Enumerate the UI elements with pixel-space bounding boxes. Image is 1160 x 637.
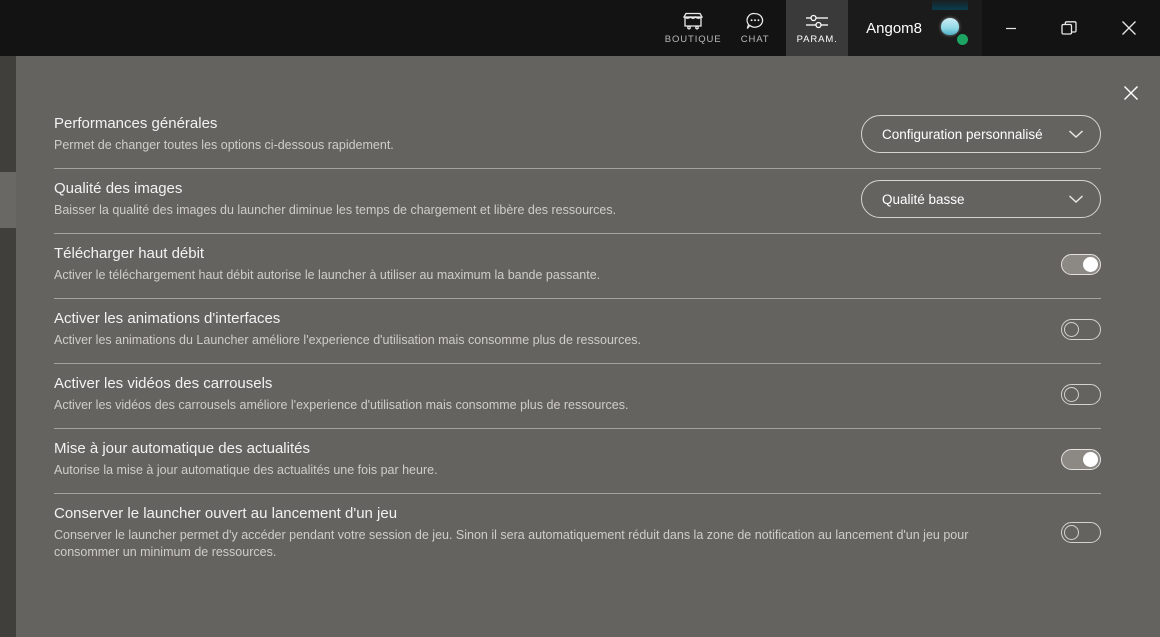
toggle-cell: [1041, 318, 1101, 340]
setting-row-maj-actualites: Mise à jour automatique des actualités A…: [54, 429, 1101, 493]
close-button[interactable]: [1098, 0, 1160, 56]
setting-title: Télécharger haut débit: [54, 245, 205, 262]
row-divider: [54, 428, 1101, 429]
toggle-videos-carrousels[interactable]: [1061, 383, 1101, 405]
avatar[interactable]: [932, 10, 970, 47]
panel-close-button[interactable]: [1111, 73, 1151, 113]
toggle-knob: [1064, 525, 1079, 540]
account-name: Angom8: [866, 19, 922, 37]
close-icon: [1124, 86, 1138, 100]
nav-tab-chat[interactable]: CHAT: [724, 0, 786, 56]
row-divider: [54, 233, 1101, 234]
minimize-icon: [1006, 27, 1016, 30]
sliders-icon: [804, 11, 830, 31]
setting-text: Conserver le launcher ouvert au lancemen…: [54, 504, 1029, 561]
restore-button[interactable]: [1040, 0, 1098, 56]
toggle-maj-actualites[interactable]: [1061, 448, 1101, 470]
nav-tabs: BOUTIQUE CHAT PARAM.: [662, 0, 849, 56]
account-menu[interactable]: Angom8: [848, 0, 982, 56]
setting-text: Activer les vidéos des carrousels Active…: [54, 374, 648, 414]
performance-preset-value: Configuration personnalisé: [882, 126, 1043, 142]
setting-row-haut-debit: Télécharger haut débit Activer le téléch…: [54, 234, 1101, 298]
setting-row-animations: Activer les animations d'interfaces Acti…: [54, 299, 1101, 363]
setting-title: Mise à jour automatique des actualités: [54, 440, 310, 457]
setting-text: Performances générales Permet de changer…: [54, 114, 414, 154]
setting-text: Activer les animations d'interfaces Acti…: [54, 309, 661, 349]
chevron-down-icon: [1068, 129, 1084, 139]
window-controls: [982, 0, 1160, 56]
shop-icon: [680, 11, 706, 31]
setting-title: Activer les vidéos des carrousels: [54, 375, 273, 392]
nav-tab-boutique-label: BOUTIQUE: [664, 34, 722, 45]
row-divider: [54, 298, 1101, 299]
setting-description: Permet de changer toutes les options ci-…: [54, 138, 394, 152]
setting-title: Activer les animations d'interfaces: [54, 310, 281, 327]
setting-description: Activer le téléchargement haut débit aut…: [54, 268, 601, 282]
setting-text: Télécharger haut débit Activer le téléch…: [54, 244, 620, 284]
setting-row-performances: Performances générales Permet de changer…: [54, 104, 1101, 168]
nav-tab-boutique[interactable]: BOUTIQUE: [662, 0, 724, 56]
nav-tab-param-label: PARAM.: [796, 34, 838, 45]
setting-description: Conserver le launcher permet d'y accéder…: [54, 528, 969, 559]
toggle-knob: [1083, 256, 1098, 272]
status-online-dot: [955, 32, 970, 47]
row-divider: [54, 493, 1101, 494]
toggle-knob: [1064, 321, 1079, 337]
nav-tab-chat-label: CHAT: [740, 34, 770, 45]
setting-text: Qualité des images Baisser la qualité de…: [54, 179, 636, 219]
toggle-conserver-launcher[interactable]: [1061, 522, 1101, 543]
image-quality-value: Qualité basse: [882, 191, 965, 207]
app-body: Performances générales Permet de changer…: [0, 56, 1160, 637]
restore-icon: [1061, 21, 1077, 35]
toggle-animations[interactable]: [1061, 318, 1101, 340]
row-divider: [54, 363, 1101, 364]
setting-description: Baisser la qualité des images du launche…: [54, 203, 617, 217]
row-divider: [54, 168, 1101, 169]
setting-description: Activer les vidéos des carrousels amélio…: [54, 398, 629, 412]
toggle-haut-debit[interactable]: [1061, 253, 1101, 275]
left-scrollbar-track[interactable]: [0, 56, 16, 637]
setting-row-qualite-images: Qualité des images Baisser la qualité de…: [54, 169, 1101, 233]
setting-row-conserver-launcher: Conserver le launcher ouvert au lancemen…: [54, 494, 1101, 575]
setting-description: Autorise la mise à jour automatique des …: [54, 463, 438, 477]
toggle-cell: [1041, 383, 1101, 405]
toggle-cell: [1041, 448, 1101, 470]
toggle-knob: [1083, 451, 1098, 467]
window-drag-region[interactable]: [0, 0, 662, 56]
minimize-button[interactable]: [982, 0, 1040, 56]
toggle-knob: [1064, 386, 1079, 402]
toggle-cell: [1041, 253, 1101, 275]
setting-row-videos-carrousels: Activer les vidéos des carrousels Active…: [54, 364, 1101, 428]
toggle-cell: [1041, 522, 1101, 543]
chevron-down-icon: [1068, 194, 1084, 204]
nav-tab-param[interactable]: PARAM.: [786, 0, 849, 56]
chat-bubble-icon: [742, 11, 768, 31]
image-quality-dropdown[interactable]: Qualité basse: [861, 180, 1101, 218]
title-bar: BOUTIQUE CHAT PARAM. Angom8: [0, 0, 1160, 56]
settings-panel: Performances générales Permet de changer…: [16, 56, 1160, 637]
performance-preset-dropdown[interactable]: Configuration personnalisé: [861, 115, 1101, 153]
settings-list: Performances générales Permet de changer…: [54, 104, 1101, 575]
setting-title: Qualité des images: [54, 180, 183, 197]
left-scrollbar-thumb[interactable]: [0, 172, 16, 228]
setting-description: Activer les animations du Launcher améli…: [54, 333, 641, 347]
setting-text: Mise à jour automatique des actualités A…: [54, 439, 458, 479]
close-icon: [1122, 21, 1136, 35]
setting-title: Conserver le launcher ouvert au lancemen…: [54, 505, 398, 522]
setting-title: Performances générales: [54, 115, 218, 132]
